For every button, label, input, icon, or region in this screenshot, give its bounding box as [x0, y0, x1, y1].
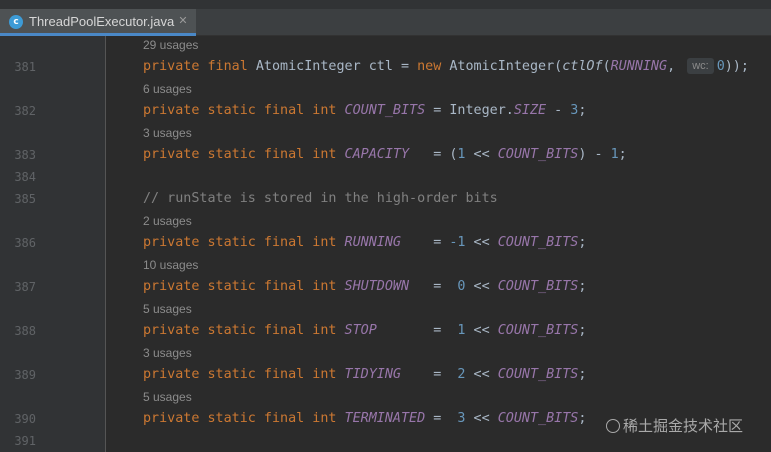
usage-row: 6 usages	[0, 78, 771, 100]
code-text: private static final int SHUTDOWN = 0 <<…	[143, 279, 587, 294]
line-number: 389	[14, 368, 36, 382]
line-number: 381	[14, 60, 36, 74]
line-number: 386	[14, 236, 36, 250]
usages-hint[interactable]: 6 usages	[143, 78, 192, 100]
usage-row: 10 usages	[0, 254, 771, 276]
code-text: private static final int TERMINATED = 3 …	[143, 411, 587, 426]
usages-hint[interactable]: 3 usages	[143, 122, 192, 144]
code-text: private static final int STOP = 1 << COU…	[143, 323, 587, 338]
code-line-382: 382 private static final int COUNT_BITS …	[0, 100, 771, 122]
code-line-385: 385 // runState is stored in the high-or…	[0, 188, 771, 210]
tab-filename: ThreadPoolExecutor.java	[29, 14, 175, 29]
code-text: private static final int TIDYING = 2 << …	[143, 367, 587, 382]
code-text: private static final int RUNNING = -1 <<…	[143, 235, 587, 250]
usages-hint[interactable]: 3 usages	[143, 342, 192, 364]
title-strip	[0, 0, 771, 9]
code-line-389: 389 private static final int TIDYING = 2…	[0, 364, 771, 386]
usages-hint[interactable]: 5 usages	[143, 298, 192, 320]
usages-hint[interactable]: 5 usages	[143, 386, 192, 408]
usage-row: 5 usages	[0, 298, 771, 320]
watermark: 稀土掘金技术社区	[606, 415, 766, 437]
usage-row: 5 usages	[0, 386, 771, 408]
usages-hint[interactable]: 10 usages	[143, 254, 198, 276]
code-line-381: 381 private final AtomicInteger ctl = ne…	[0, 56, 771, 78]
line-number: 390	[14, 412, 36, 426]
line-number: 391	[14, 434, 36, 448]
usages-hint[interactable]: 2 usages	[143, 210, 192, 232]
java-class-icon: c	[9, 15, 23, 29]
editor-tab-bar: c ThreadPoolExecutor.java ✕	[0, 0, 771, 36]
code-line-388: 388 private static final int STOP = 1 <<…	[0, 320, 771, 342]
line-number: 385	[14, 192, 36, 206]
code-line-384: 384	[0, 166, 771, 188]
code-text: private final AtomicInteger ctl = new At…	[143, 58, 749, 74]
code-text: private static final int COUNT_BITS = In…	[143, 103, 587, 118]
line-number: 387	[14, 280, 36, 294]
tab-threadpoolexecutor[interactable]: c ThreadPoolExecutor.java ✕	[0, 9, 196, 36]
usage-row: 3 usages	[0, 122, 771, 144]
usage-row: 3 usages	[0, 342, 771, 364]
code-text: private static final int CAPACITY = (1 <…	[143, 147, 627, 162]
usages-hint[interactable]: 29 usages	[143, 34, 198, 56]
code-line-386: 386 private static final int RUNNING = -…	[0, 232, 771, 254]
line-number: 388	[14, 324, 36, 338]
line-number: 382	[14, 104, 36, 118]
code-line-383: 383 private static final int CAPACITY = …	[0, 144, 771, 166]
code-line-387: 387 private static final int SHUTDOWN = …	[0, 276, 771, 298]
close-icon[interactable]: ✕	[176, 13, 190, 29]
usage-row: 2 usages	[0, 210, 771, 232]
comment-text: // runState is stored in the high-order …	[143, 191, 498, 206]
usage-row: 29 usages	[0, 34, 771, 56]
line-number: 384	[14, 170, 36, 184]
line-number: 383	[14, 148, 36, 162]
juejin-logo-icon	[606, 419, 620, 433]
parameter-hint: wc:	[687, 58, 714, 74]
watermark-text: 稀土掘金技术社区	[623, 417, 744, 435]
